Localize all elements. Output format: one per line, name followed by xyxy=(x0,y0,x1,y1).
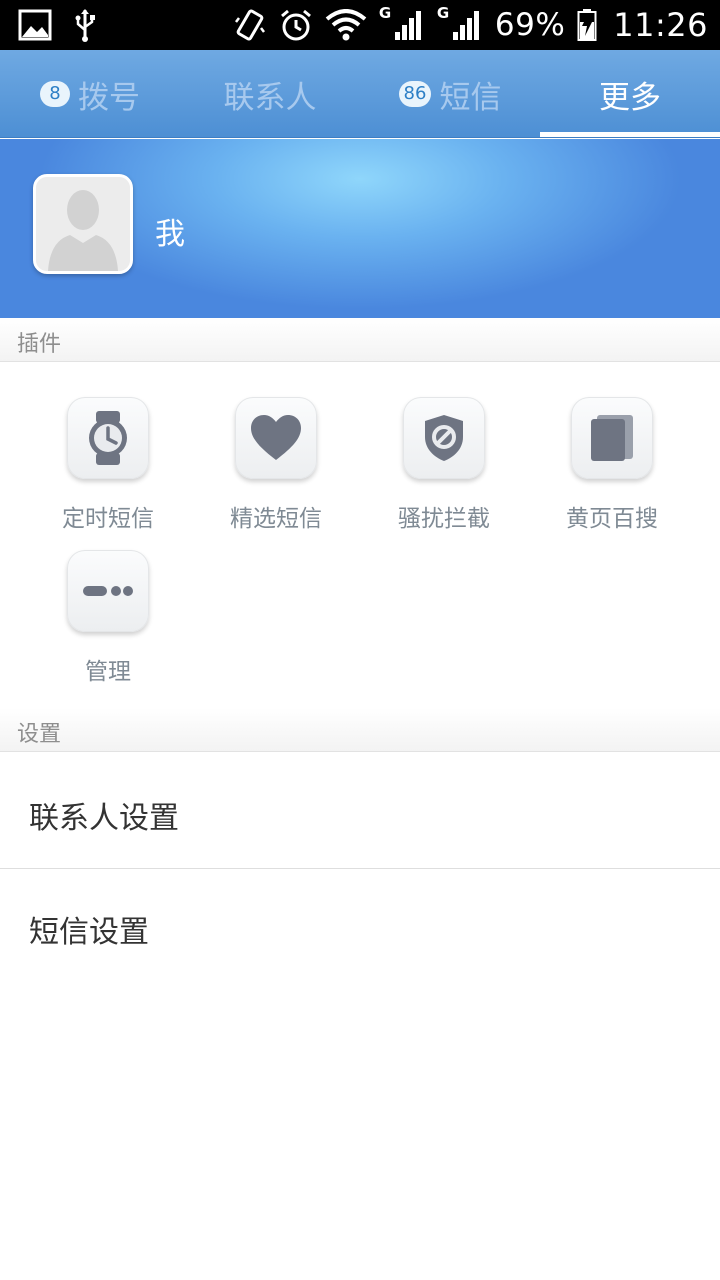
more-dots-icon xyxy=(67,550,149,632)
tab-messages[interactable]: 86 短信 xyxy=(360,50,540,138)
plugin-label: 精选短信 xyxy=(230,506,322,532)
status-bar: G G 69% 11:26 xyxy=(0,0,720,50)
tab-label: 拨号 xyxy=(78,79,140,116)
image-icon xyxy=(18,9,52,41)
tab-bar: 8 拨号 联系人 86 短信 更多 xyxy=(0,50,720,138)
tab-more[interactable]: 更多 xyxy=(540,50,720,138)
sms-settings-item[interactable]: 短信设置 xyxy=(0,869,720,985)
signal-icon: G xyxy=(437,4,483,42)
messages-badge: 86 xyxy=(398,81,432,107)
settings-item-label: 短信设置 xyxy=(29,915,149,950)
section-title: 插件 xyxy=(17,332,62,357)
section-title: 设置 xyxy=(17,722,62,747)
tab-label: 联系人 xyxy=(223,79,317,116)
shield-block-icon xyxy=(403,397,485,479)
tab-label: 更多 xyxy=(599,79,661,116)
tab-contacts[interactable]: 联系人 xyxy=(180,50,360,138)
vibrate-icon xyxy=(233,8,267,42)
tab-label: 短信 xyxy=(439,79,502,116)
default-avatar-icon[interactable] xyxy=(33,174,133,274)
usb-icon xyxy=(74,8,96,42)
dialer-badge: 8 xyxy=(40,81,70,107)
watch-icon xyxy=(67,397,149,479)
active-tab-indicator xyxy=(540,132,720,137)
clock: 11:26 xyxy=(613,6,708,44)
plugin-label: 黄页百搜 xyxy=(566,506,658,532)
plugin-label: 管理 xyxy=(85,659,131,685)
network-type-label: G xyxy=(436,4,450,22)
plugin-label: 骚扰拦截 xyxy=(398,506,490,532)
contacts-settings-item[interactable]: 联系人设置 xyxy=(0,753,720,869)
plugin-featured-sms[interactable]: 精选短信 xyxy=(192,397,360,537)
alarm-icon xyxy=(279,8,313,42)
settings-item-label: 联系人设置 xyxy=(29,801,179,836)
profile-name: 我 xyxy=(155,217,185,252)
signal-icon: G xyxy=(379,4,425,42)
heart-icon xyxy=(235,397,317,479)
profile-header[interactable]: 我 xyxy=(0,139,720,318)
plugins-section-header: 插件 xyxy=(0,318,720,362)
plugin-manage[interactable]: 管理 xyxy=(24,550,192,690)
plugin-yellow-pages[interactable]: 黄页百搜 xyxy=(528,397,696,537)
network-type-label: G xyxy=(378,4,392,22)
plugin-scheduled-sms[interactable]: 定时短信 xyxy=(24,397,192,537)
battery-percent: 69% xyxy=(494,7,566,43)
plugin-harassment-block[interactable]: 骚扰拦截 xyxy=(360,397,528,537)
settings-section-header: 设置 xyxy=(0,708,720,752)
battery-charging-icon xyxy=(577,8,597,42)
wifi-icon xyxy=(325,9,367,41)
plugin-label: 定时短信 xyxy=(62,506,154,532)
book-icon xyxy=(571,397,653,479)
tab-dialer[interactable]: 8 拨号 xyxy=(0,50,180,138)
